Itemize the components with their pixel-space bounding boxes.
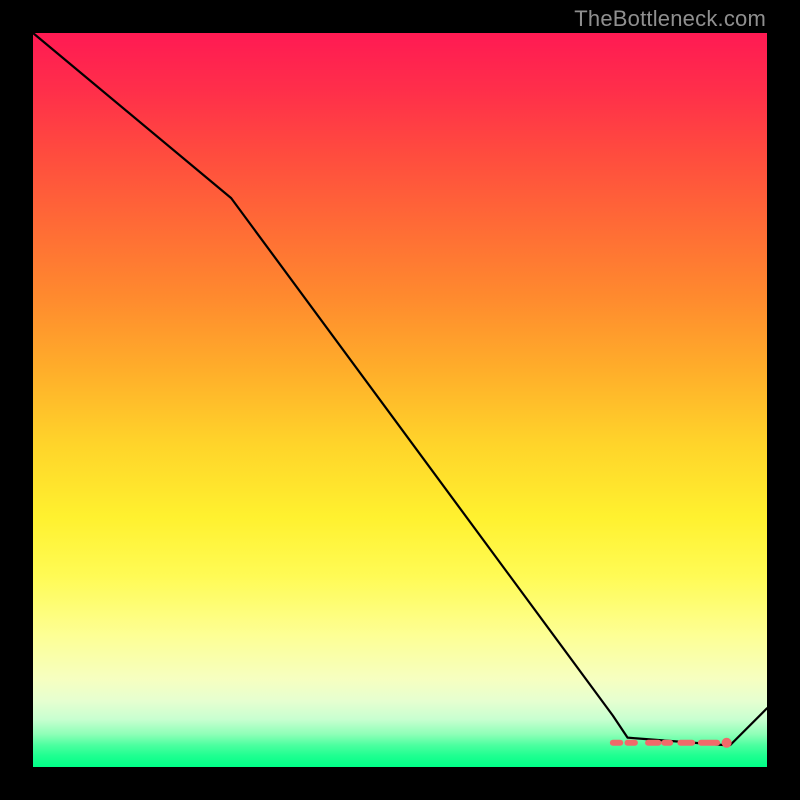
chart-stage: TheBottleneck.com: [0, 0, 800, 800]
series-curve: [33, 33, 767, 745]
watermark-text: TheBottleneck.com: [574, 6, 766, 32]
end-dot-marker: [722, 738, 732, 748]
chart-overlay: [33, 33, 767, 767]
